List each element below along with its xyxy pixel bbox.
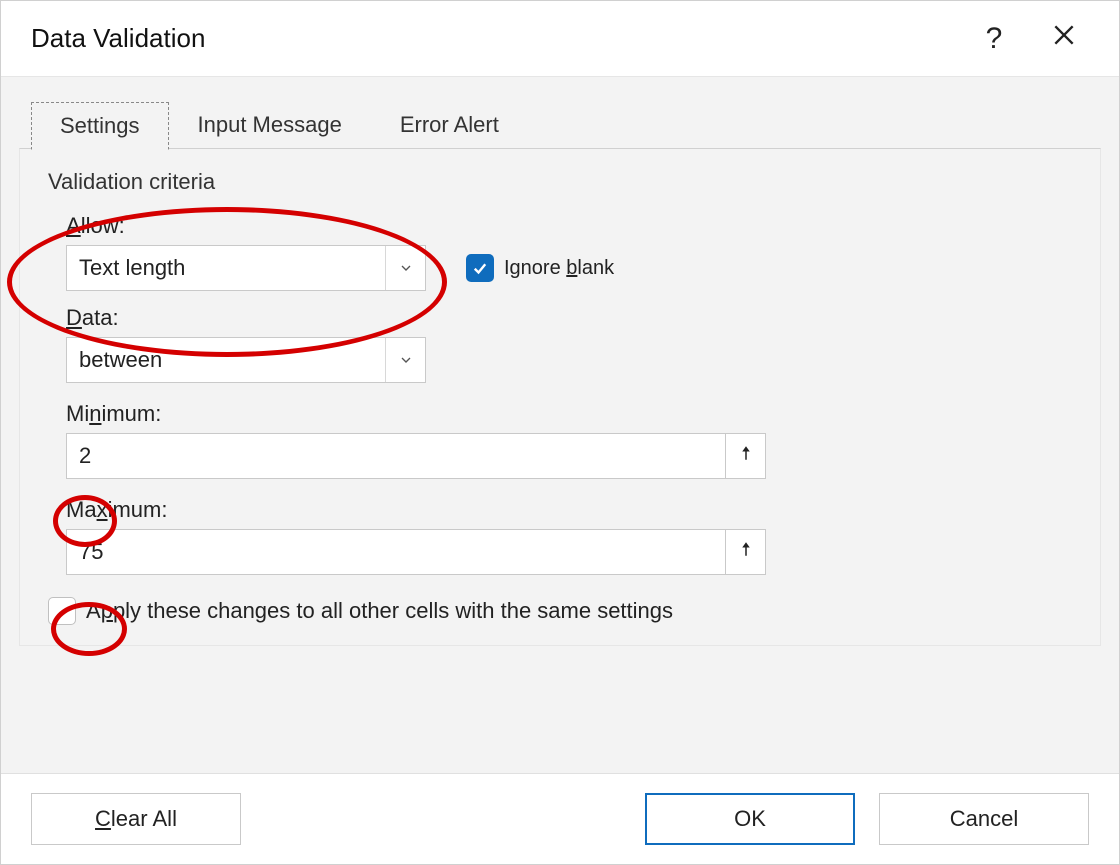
tab-error-alert-label: Error Alert <box>400 112 499 137</box>
collapse-dialog-icon <box>737 540 755 564</box>
titlebar: Data Validation ? <box>1 1 1119 77</box>
ignore-blank-label: Ignore blank <box>504 257 614 280</box>
collapse-dialog-icon <box>737 444 755 468</box>
maximum-field: Maximum: 75 <box>66 497 1072 575</box>
minimum-ref-button[interactable] <box>726 433 766 479</box>
tabstrip: Settings Input Message Error Alert <box>31 95 1101 149</box>
minimum-field: Minimum: 2 <box>66 401 1072 479</box>
checkbox-icon <box>48 597 76 625</box>
dialog-title: Data Validation <box>31 23 949 54</box>
allow-select-value: Text length <box>79 255 185 281</box>
close-button[interactable] <box>1039 14 1089 64</box>
tab-settings-label: Settings <box>60 113 140 138</box>
minimum-label: Minimum: <box>66 401 1072 427</box>
minimum-input-value: 2 <box>79 443 91 469</box>
dialog-footer: Clear All OK Cancel <box>1 774 1119 864</box>
checkbox-icon <box>466 254 494 282</box>
data-select-value: between <box>79 347 162 373</box>
apply-all-checkbox[interactable]: Apply these changes to all other cells w… <box>48 597 1072 625</box>
settings-panel: Validation criteria Allow: Text length <box>19 148 1101 646</box>
help-icon: ? <box>986 22 1003 56</box>
clear-all-label: Clear All <box>95 806 177 832</box>
ok-button[interactable]: OK <box>645 793 855 845</box>
help-button[interactable]: ? <box>969 14 1019 64</box>
data-label: Data: <box>66 305 1072 331</box>
data-field: Data: between <box>66 305 1072 383</box>
tab-input-message-label: Input Message <box>198 112 342 137</box>
validation-criteria-title: Validation criteria <box>48 169 1072 195</box>
maximum-ref-button[interactable] <box>726 529 766 575</box>
maximum-input-value: 75 <box>79 539 103 565</box>
clear-all-button[interactable]: Clear All <box>31 793 241 845</box>
ok-label: OK <box>734 806 766 832</box>
tab-error-alert[interactable]: Error Alert <box>371 101 528 149</box>
cancel-label: Cancel <box>950 806 1018 832</box>
close-icon <box>1051 22 1077 56</box>
maximum-input[interactable]: 75 <box>66 529 726 575</box>
allow-select[interactable]: Text length <box>66 245 426 291</box>
chevron-down-icon <box>385 338 425 382</box>
data-validation-dialog: Data Validation ? Settings Input Message… <box>0 0 1120 865</box>
data-select[interactable]: between <box>66 337 426 383</box>
cancel-button[interactable]: Cancel <box>879 793 1089 845</box>
minimum-input[interactable]: 2 <box>66 433 726 479</box>
chevron-down-icon <box>385 246 425 290</box>
ignore-blank-checkbox[interactable]: Ignore blank <box>466 254 614 282</box>
tab-input-message[interactable]: Input Message <box>169 101 371 149</box>
apply-all-label: Apply these changes to all other cells w… <box>86 598 673 624</box>
dialog-body: Settings Input Message Error Alert Valid… <box>1 77 1119 774</box>
tab-settings[interactable]: Settings <box>31 102 169 150</box>
allow-field: Allow: Text length Ignore blank <box>66 213 1072 291</box>
maximum-label: Maximum: <box>66 497 1072 523</box>
allow-label: Allow: <box>66 213 1072 239</box>
